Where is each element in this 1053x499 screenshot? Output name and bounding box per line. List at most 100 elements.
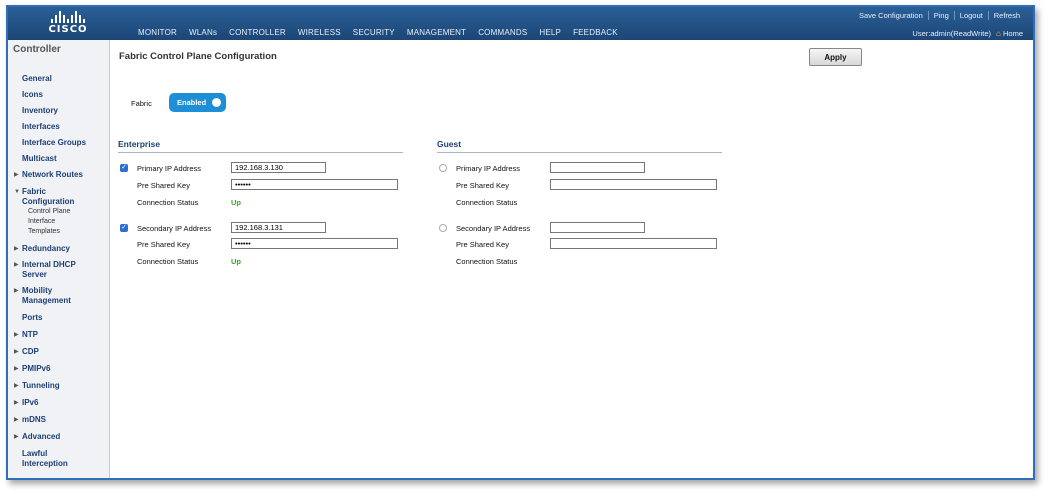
- chevron-down-icon: ▼: [14, 189, 20, 195]
- sidebar-item-pmipv6[interactable]: ▶ PMIPv6: [8, 364, 109, 374]
- sidebar-item-cdp[interactable]: ▶ CDP: [8, 347, 109, 357]
- guest-secondary-row: Secondary IP Address: [437, 222, 737, 235]
- apply-button[interactable]: Apply: [809, 48, 862, 66]
- sidebar-item-interface-groups[interactable]: Interface Groups: [8, 138, 109, 148]
- enterprise-primary-status-row: Connection Status Up: [118, 197, 418, 209]
- nav-security[interactable]: SECURITY: [347, 28, 401, 37]
- guest-secondary-key-input[interactable]: [550, 238, 717, 249]
- sidebar-item-label: Lawful Interception: [22, 449, 68, 468]
- enterprise-secondary-label: Secondary IP Address: [137, 224, 212, 233]
- sidebar-item-ipv6[interactable]: ▶ IPv6: [8, 398, 109, 408]
- sidebar-item-label: NTP: [22, 330, 38, 339]
- sidebar-item-mdns[interactable]: ▶ mDNS: [8, 415, 109, 425]
- main-content: Fabric Control Plane Configuration Apply…: [111, 40, 1033, 478]
- sidebar-item-ports[interactable]: Ports: [8, 313, 109, 323]
- cisco-bars-icon: [42, 11, 94, 23]
- chevron-right-icon: ▶: [14, 417, 19, 423]
- guest-primary-radio[interactable]: [439, 164, 447, 172]
- enterprise-secondary-status-row: Connection Status Up: [118, 256, 418, 268]
- guest-secondary-key-row: Pre Shared Key: [437, 238, 737, 251]
- enterprise-primary-status-label: Connection Status: [137, 198, 199, 207]
- enterprise-secondary-key-row: Pre Shared Key: [118, 238, 418, 251]
- nav-feedback[interactable]: FEEDBACK: [567, 28, 624, 37]
- sidebar-item-mobility-management[interactable]: ▶ Mobility Management: [8, 286, 90, 306]
- enterprise-secondary-ip-input[interactable]: [231, 222, 326, 233]
- sidebar-item-inventory[interactable]: Inventory: [8, 106, 109, 116]
- sidebar-item-multicast[interactable]: Multicast: [8, 154, 109, 164]
- enterprise-secondary-key-label: Pre Shared Key: [137, 240, 190, 249]
- sidebar-title: Controller: [13, 44, 61, 55]
- guest-secondary-key-label: Pre Shared Key: [456, 240, 509, 249]
- fabric-toggle[interactable]: Enabled: [169, 93, 226, 112]
- enterprise-secondary-status-value: Up: [231, 257, 241, 266]
- sidebar-item-network-routes[interactable]: ▶ Network Routes: [8, 170, 109, 180]
- cisco-logo: CISCO: [42, 11, 94, 35]
- enterprise-title: Enterprise: [118, 139, 403, 153]
- ping-link[interactable]: Ping: [927, 11, 954, 20]
- chevron-right-icon: ▶: [14, 434, 19, 440]
- nav-monitor[interactable]: MONITOR: [132, 28, 183, 37]
- chevron-right-icon: ▶: [14, 366, 19, 372]
- sidebar-item-label: Interface Groups: [22, 138, 87, 147]
- sidebar-item-label: Redundancy: [22, 244, 71, 253]
- nav-wireless[interactable]: WIRELESS: [292, 28, 347, 37]
- enterprise-primary-ip-input[interactable]: [231, 162, 326, 173]
- app-window: CISCO MONITOR WLANs CONTROLLER WIRELESS …: [6, 5, 1035, 480]
- guest-primary-key-input[interactable]: [550, 179, 717, 190]
- nav-wlans[interactable]: WLANs: [183, 28, 223, 37]
- sidebar-item-lawful-interception[interactable]: Lawful Interception: [8, 449, 88, 469]
- sidebar-item-redundancy[interactable]: ▶ Redundancy: [8, 244, 109, 254]
- guest-primary-ip-input[interactable]: [550, 162, 645, 173]
- enterprise-secondary-row: ✓ Secondary IP Address: [118, 222, 418, 235]
- sidebar-item-advanced[interactable]: ▶ Advanced: [8, 432, 109, 442]
- guest-section: Guest Primary IP Address Pre Shared Key …: [437, 139, 722, 266]
- sidebar-item-label: CDP: [22, 347, 39, 356]
- sidebar-item-general[interactable]: General: [8, 74, 109, 84]
- guest-secondary-label: Secondary IP Address: [456, 224, 531, 233]
- nav-help[interactable]: HELP: [533, 28, 567, 37]
- fabric-toggle-label: Enabled: [177, 98, 207, 107]
- sidebar-item-label: Fabric Configuration: [22, 187, 75, 206]
- logout-link[interactable]: Logout: [953, 11, 988, 20]
- guest-primary-key-row: Pre Shared Key: [437, 179, 737, 192]
- guest-secondary-status-label: Connection Status: [456, 257, 518, 266]
- sidebar-item-label: Tunneling: [22, 381, 60, 390]
- chevron-right-icon: ▶: [14, 400, 19, 406]
- sidebar-item-fabric-configuration[interactable]: ▼ Fabric Configuration: [8, 187, 88, 207]
- refresh-link[interactable]: Refresh: [987, 11, 1025, 20]
- guest-primary-key-label: Pre Shared Key: [456, 181, 509, 190]
- home-link[interactable]: ⌂ Home: [996, 29, 1023, 38]
- sidebar-subitem-interface[interactable]: Interface: [8, 217, 109, 227]
- sidebar-item-label: Mobility Management: [22, 286, 71, 305]
- guest-secondary-status-row: Connection Status: [437, 256, 737, 268]
- enterprise-primary-label: Primary IP Address: [137, 164, 202, 173]
- sidebar-item-interfaces[interactable]: Interfaces: [8, 122, 109, 132]
- guest-secondary-radio[interactable]: [439, 224, 447, 232]
- sidebar-subitem-templates[interactable]: Templates: [8, 227, 109, 237]
- guest-primary-status-label: Connection Status: [456, 198, 518, 207]
- nav-management[interactable]: MANAGEMENT: [401, 28, 472, 37]
- save-configuration-link[interactable]: Save Configuration: [854, 11, 928, 20]
- enterprise-primary-key-input[interactable]: [231, 179, 398, 190]
- sidebar-subitem-control-plane[interactable]: Control Plane: [8, 207, 109, 217]
- enterprise-secondary-key-input[interactable]: [231, 238, 398, 249]
- enterprise-primary-key-row: Pre Shared Key: [118, 179, 418, 192]
- enterprise-primary-checkbox[interactable]: ✓: [120, 164, 128, 172]
- sidebar-item-label: Ports: [22, 313, 43, 322]
- chevron-right-icon: ▶: [14, 383, 19, 389]
- sidebar-item-ntp[interactable]: ▶ NTP: [8, 330, 109, 340]
- sidebar-item-tunneling[interactable]: ▶ Tunneling: [8, 381, 109, 391]
- guest-secondary-ip-input[interactable]: [550, 222, 645, 233]
- chevron-right-icon: ▶: [14, 332, 19, 338]
- guest-title: Guest: [437, 139, 722, 153]
- enterprise-secondary-checkbox[interactable]: ✓: [120, 224, 128, 232]
- nav-controller[interactable]: CONTROLLER: [223, 28, 292, 37]
- sidebar-item-internal-dhcp-server[interactable]: ▶ Internal DHCP Server: [8, 260, 90, 280]
- sidebar-item-icons[interactable]: Icons: [8, 90, 109, 100]
- sidebar-item-label: IPv6: [22, 398, 39, 407]
- chevron-right-icon: ▶: [14, 246, 19, 252]
- nav-commands[interactable]: COMMANDS: [472, 28, 533, 37]
- enterprise-section: Enterprise ✓ Primary IP Address Pre Shar…: [118, 139, 403, 266]
- sidebar-item-label: Icons: [22, 90, 43, 99]
- home-icon: ⌂: [996, 29, 1001, 38]
